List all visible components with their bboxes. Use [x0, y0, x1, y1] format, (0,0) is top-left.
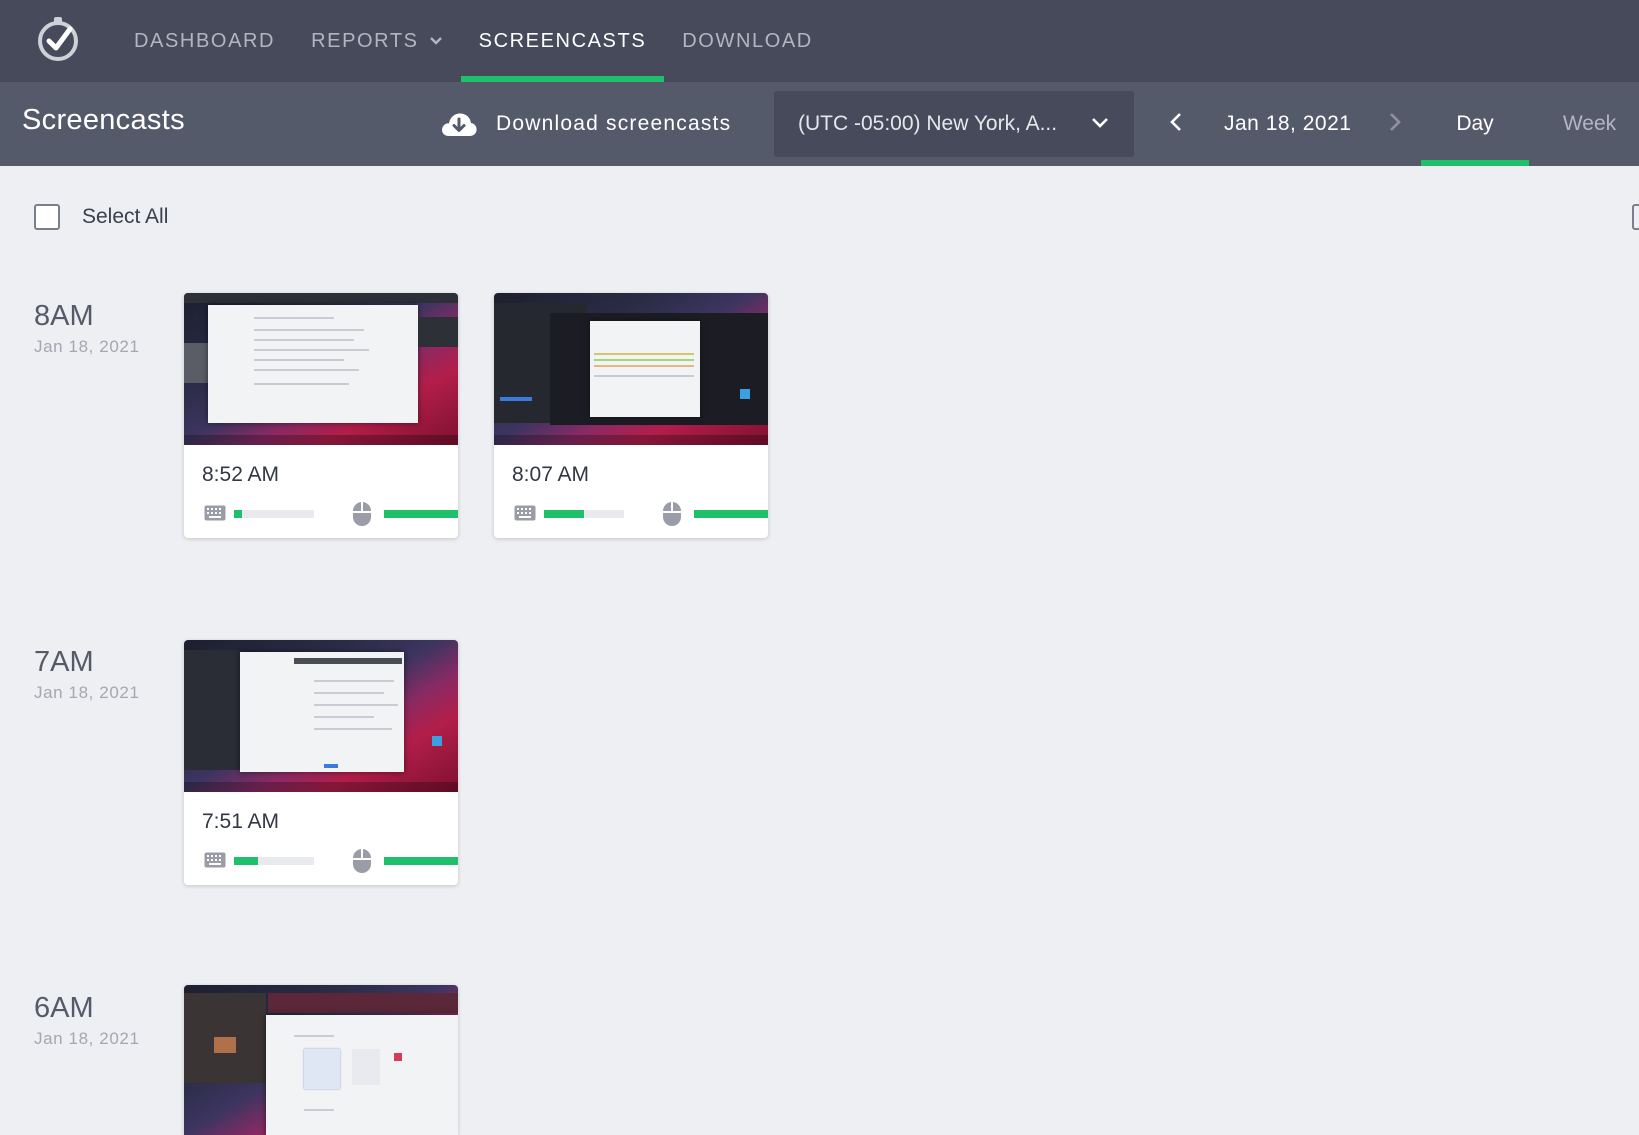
select-all-label: Select All: [82, 205, 169, 228]
activity-metrics: [204, 501, 458, 527]
screencast-card[interactable]: 8:52 AM: [184, 293, 458, 538]
hour-label: 7AM: [34, 646, 94, 678]
mouse-activity-fill: [384, 510, 458, 518]
mouse-activity-fill: [384, 857, 458, 865]
select-all-checkbox[interactable]: [34, 204, 60, 230]
screenshot-thumbnail[interactable]: [184, 640, 458, 792]
keyboard-icon: [204, 505, 226, 526]
keyboard-activity-bar: [234, 857, 314, 865]
hour-group-6am: 6AM Jan 18, 2021: [34, 992, 140, 1049]
select-all[interactable]: Select All: [34, 204, 168, 230]
hour-label: 8AM: [34, 300, 94, 332]
activity-metrics: [204, 848, 458, 874]
screencast-card[interactable]: 7:51 AM: [184, 640, 458, 885]
screenshot-thumbnail[interactable]: [184, 985, 458, 1135]
hour-date: Jan 18, 2021: [34, 1029, 140, 1048]
nav-dashboard-label: DASHBOARD: [134, 29, 276, 52]
download-screencasts-button[interactable]: Download screencasts: [440, 102, 731, 146]
current-date: Jan 18, 2021: [1224, 112, 1352, 135]
tab-day[interactable]: Day: [1421, 82, 1529, 166]
top-navigation: DASHBOARD REPORTS SCREENCASTS DOWNLOAD: [0, 0, 1639, 82]
mouse-icon: [352, 501, 372, 532]
nav-screencasts-label: SCREENCASTS: [478, 29, 647, 52]
timezone-select[interactable]: (UTC -05:00) New York, A...: [774, 91, 1134, 157]
page-title: Screencasts: [22, 104, 185, 136]
tab-week[interactable]: Week: [1540, 82, 1639, 166]
clock-check-icon: [34, 15, 82, 68]
hour-group-8am: 8AM Jan 18, 2021: [34, 300, 140, 357]
screencast-card[interactable]: [184, 985, 458, 1135]
chevron-down-icon: [1090, 112, 1110, 136]
nav-download[interactable]: DOWNLOAD: [664, 0, 831, 82]
screencast-time: 8:52 AM: [202, 463, 280, 486]
keyboard-activity-fill: [234, 857, 258, 865]
screenshot-thumbnail[interactable]: [494, 293, 768, 445]
activity-metrics: [514, 501, 768, 527]
date-navigator: Jan 18, 2021: [1158, 102, 1413, 146]
timezone-value: (UTC -05:00) New York, A...: [798, 112, 1058, 135]
chevron-left-icon: [1169, 112, 1183, 137]
keyboard-activity-bar: [544, 510, 624, 518]
screencast-time: 7:51 AM: [202, 810, 280, 833]
next-date-button[interactable]: [1377, 102, 1413, 146]
mouse-activity-fill: [694, 510, 768, 518]
hour-label: 6AM: [34, 992, 94, 1024]
chevron-right-icon: [1388, 112, 1402, 137]
hour-date: Jan 18, 2021: [34, 683, 140, 702]
nav-reports-label: REPORTS: [311, 29, 419, 52]
cloud-download-icon: [440, 110, 478, 138]
view-toggle-edge[interactable]: [1632, 204, 1639, 230]
keyboard-icon: [514, 505, 536, 526]
screencast-time: 8:07 AM: [512, 463, 590, 486]
mouse-activity-bar: [694, 510, 768, 518]
chevron-down-icon: [429, 36, 443, 46]
keyboard-icon: [204, 852, 226, 873]
tab-week-label: Week: [1562, 112, 1617, 135]
hour-group-7am: 7AM Jan 18, 2021: [34, 646, 140, 703]
mouse-activity-bar: [384, 510, 458, 518]
keyboard-activity-bar: [234, 510, 314, 518]
nav-screencasts[interactable]: SCREENCASTS: [460, 0, 665, 82]
nav-download-label: DOWNLOAD: [682, 29, 813, 52]
download-screencasts-label: Download screencasts: [496, 112, 732, 135]
keyboard-activity-fill: [544, 510, 584, 518]
mouse-icon: [352, 848, 372, 879]
mouse-activity-bar: [384, 857, 458, 865]
nav-reports[interactable]: REPORTS: [293, 0, 461, 82]
hour-date: Jan 18, 2021: [34, 337, 140, 356]
keyboard-activity-fill: [234, 510, 242, 518]
mouse-icon: [662, 501, 682, 532]
screenshot-thumbnail[interactable]: [184, 293, 458, 445]
screencast-card[interactable]: 8:07 AM: [494, 293, 768, 538]
previous-date-button[interactable]: [1158, 102, 1194, 146]
tab-day-label: Day: [1456, 112, 1494, 135]
app-logo[interactable]: [0, 0, 116, 82]
nav-dashboard[interactable]: DASHBOARD: [116, 0, 293, 82]
toolbar: Screencasts Download screencasts (UTC -0…: [0, 82, 1639, 166]
